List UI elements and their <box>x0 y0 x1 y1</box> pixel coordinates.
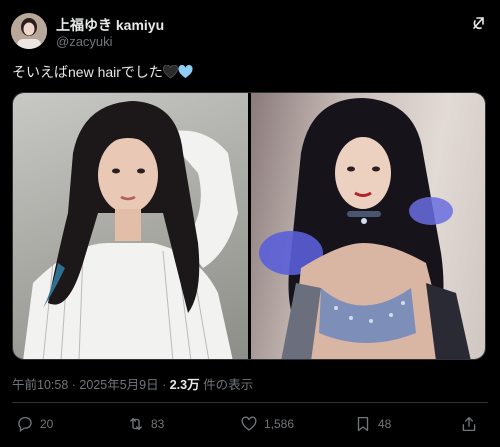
timestamp[interactable]: 午前10:58 · 2025年5月9日 · <box>12 378 170 392</box>
reply-count: 20 <box>40 417 54 431</box>
action-bar: 20 83 1,586 48 <box>0 412 500 438</box>
like-count: 1,586 <box>264 417 295 431</box>
share-button[interactable] <box>460 412 484 436</box>
tweet-body: そいえばnew hairでした <box>12 64 163 80</box>
repost-icon <box>130 418 142 430</box>
like-button[interactable]: 1,586 <box>240 412 294 436</box>
display-name[interactable]: 上福ゆき kamiyu <box>56 15 164 35</box>
views-label: 件の表示 <box>199 378 254 392</box>
photo-left[interactable] <box>13 93 248 359</box>
avatar[interactable] <box>11 13 47 49</box>
blue-heart-icon <box>178 65 193 79</box>
media-grid <box>12 92 486 360</box>
tweet-meta: 午前10:58 · 2025年5月9日 · 2.3万 件の表示 <box>12 374 253 393</box>
bookmark-icon <box>357 416 369 432</box>
grok-icon[interactable] <box>471 15 487 31</box>
user-handle[interactable]: @zacyuki <box>56 34 113 49</box>
reply-icon <box>18 416 32 433</box>
bookmark-count: 48 <box>378 417 392 431</box>
like-icon <box>241 416 257 431</box>
tweet-text: そいえばnew hairでした <box>12 62 193 82</box>
photo-right[interactable] <box>251 93 485 359</box>
repost-button[interactable]: 83 <box>127 412 164 436</box>
tweet-header: 上福ゆき kamiyu @zacyuki <box>11 13 489 51</box>
divider <box>12 402 488 403</box>
repost-count: 83 <box>151 417 165 431</box>
black-heart-icon <box>163 65 178 79</box>
views-count[interactable]: 2.3万 <box>170 378 200 392</box>
reply-button[interactable]: 20 <box>16 412 53 436</box>
bookmark-button[interactable]: 48 <box>354 412 391 436</box>
share-icon <box>462 416 476 432</box>
